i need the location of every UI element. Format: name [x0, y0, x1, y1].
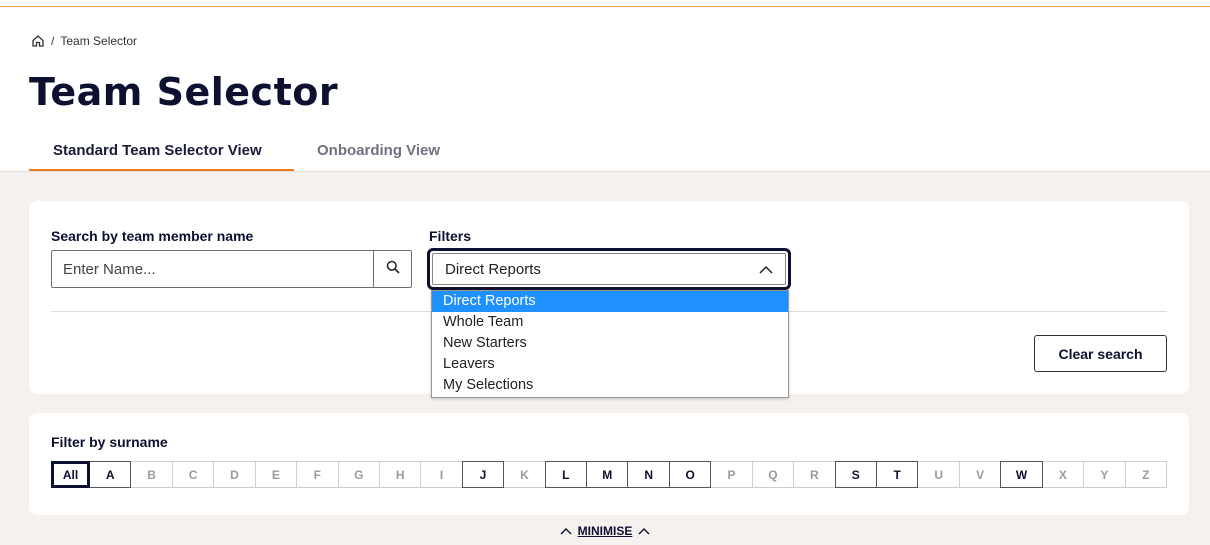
filters-selected-value: Direct Reports [445, 260, 541, 278]
filter-option-my-selections[interactable]: My Selections [432, 375, 788, 396]
surname-letter-y[interactable]: Y [1083, 461, 1126, 488]
search-input[interactable] [52, 251, 374, 287]
search-icon [386, 260, 400, 279]
surname-letter-g[interactable]: G [337, 461, 380, 488]
surname-letter-c[interactable]: C [171, 461, 215, 488]
surname-letter-k[interactable]: K [503, 461, 546, 488]
surname-filter-label: Filter by surname [51, 434, 168, 450]
surname-letter-i[interactable]: I [420, 461, 463, 488]
surname-letter-b[interactable]: B [130, 461, 173, 488]
clear-search-button[interactable]: Clear search [1034, 335, 1167, 372]
surname-filter-card: Filter by surname All A B C D E F G H I J K L M N O P Q R S… [29, 413, 1189, 515]
surname-letter-o[interactable]: O [668, 461, 712, 488]
surname-letter-r[interactable]: R [793, 461, 836, 488]
surname-letter-h[interactable]: H [378, 461, 422, 488]
search-label: Search by team member name [51, 228, 254, 244]
filter-option-whole-team[interactable]: Whole Team [432, 312, 788, 333]
breadcrumb: / Team Selector [31, 34, 137, 48]
surname-letter-l[interactable]: L [544, 461, 588, 488]
surname-letter-n[interactable]: N [627, 461, 670, 488]
surname-letter-s[interactable]: S [834, 461, 878, 488]
surname-letter-d[interactable]: D [213, 461, 256, 488]
breadcrumb-current: Team Selector [60, 34, 138, 48]
surname-letter-f[interactable]: F [296, 461, 339, 488]
surname-letter-z[interactable]: Z [1124, 461, 1167, 488]
minimise-label[interactable]: MINIMISE [578, 524, 633, 538]
breadcrumb-separator: / [51, 34, 55, 48]
surname-letter-m[interactable]: M [586, 461, 629, 488]
tab-standard-view[interactable]: Standard Team Selector View [29, 142, 294, 172]
surname-letter-u[interactable]: U [917, 461, 960, 488]
filter-option-new-starters[interactable]: New Starters [432, 333, 788, 354]
chevron-up-icon [638, 524, 650, 538]
surname-letter-v[interactable]: V [958, 461, 1002, 488]
surname-letter-t[interactable]: T [876, 461, 919, 488]
page-title: Team Selector [29, 70, 339, 114]
surname-letter-p[interactable]: P [710, 461, 753, 488]
filters-select[interactable]: Direct Reports [427, 248, 791, 290]
search-button[interactable] [373, 251, 411, 287]
search-field [51, 250, 412, 288]
chevron-up-icon [759, 261, 773, 278]
filters-dropdown-list: Direct Reports Whole Team New Starters L… [431, 290, 789, 398]
minimise-toggle[interactable]: MINIMISE [0, 524, 1210, 538]
filter-option-leavers[interactable]: Leavers [432, 354, 788, 375]
surname-letter-e[interactable]: E [254, 461, 298, 488]
surname-letter-w[interactable]: W [1000, 461, 1043, 488]
surname-letter-j[interactable]: J [461, 461, 505, 488]
surname-letter-a[interactable]: A [89, 461, 132, 488]
surname-letter-x[interactable]: X [1041, 461, 1085, 488]
surname-letter-q[interactable]: Q [751, 461, 795, 488]
filters-select-box[interactable]: Direct Reports [432, 253, 786, 285]
filters-label: Filters [429, 228, 472, 244]
chevron-up-icon [560, 524, 572, 538]
view-tabs: Standard Team Selector View Onboarding V… [29, 130, 1210, 172]
filter-option-direct-reports[interactable]: Direct Reports [432, 291, 788, 312]
home-icon[interactable] [31, 34, 45, 48]
top-accent-line [0, 6, 1210, 7]
tab-onboarding-view[interactable]: Onboarding View [317, 142, 440, 159]
surname-letter-all[interactable]: All [51, 461, 90, 488]
surname-letter-bar: All A B C D E F G H I J K L M N O P Q R S T U V W X Y Z [51, 461, 1167, 488]
